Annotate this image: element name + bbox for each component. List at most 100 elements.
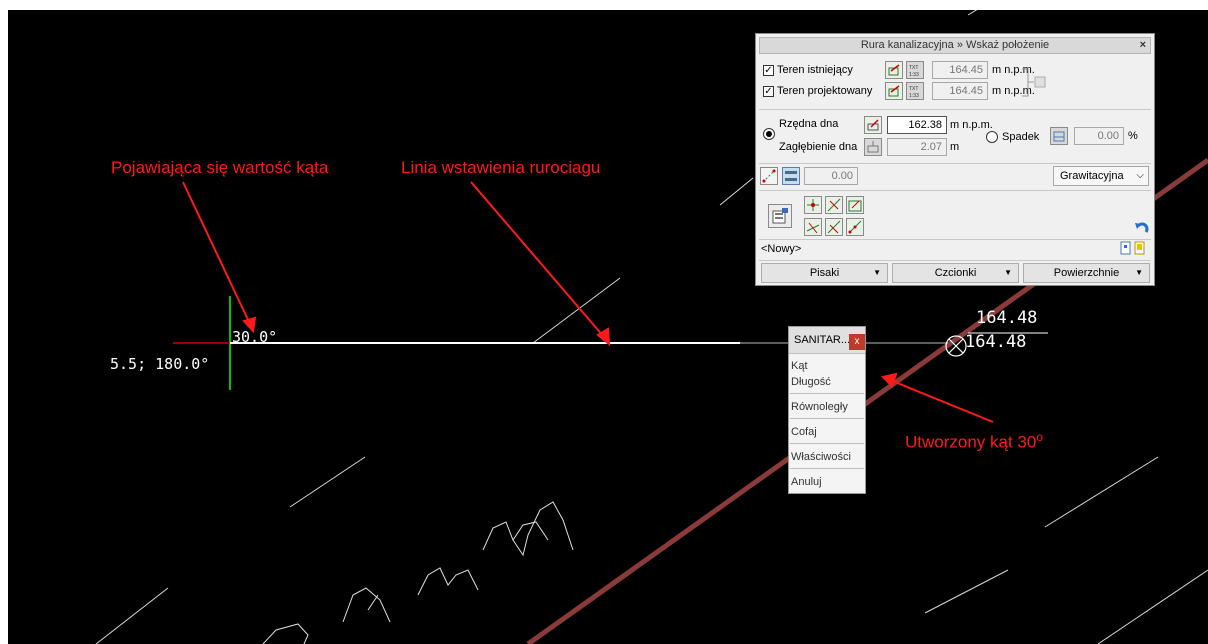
info-button[interactable] [1120, 241, 1132, 255]
menu-item-parallel[interactable]: Równoległy [791, 401, 848, 413]
annotation-created-angle-text: Utworzony kąt 30 [905, 432, 1037, 452]
panel-close-button[interactable]: × [1140, 38, 1146, 53]
arrow-created-line [889, 379, 994, 423]
pens-label: Pisaki [809, 267, 840, 279]
glyph-stroke [417, 567, 479, 596]
fonts-button[interactable]: Czcionki ▼ [892, 263, 1019, 283]
glyph-stroke [342, 587, 391, 623]
pick-terrain-existing-button[interactable] [885, 61, 903, 79]
terrain-designed-field[interactable]: 164.45 [932, 82, 988, 100]
terrain-existing-checkbox[interactable]: ✓ [763, 65, 774, 76]
bg-line [967, 10, 978, 16]
text-scale-icon: TXT1:33 [909, 65, 919, 78]
glyph-stroke [512, 501, 574, 557]
glyph-stroke [482, 521, 549, 551]
text-scale-terrain-designed-button[interactable]: TXT 1:33 [906, 82, 924, 100]
context-menu-close-button[interactable]: x [849, 334, 865, 350]
highlight-button[interactable] [1134, 241, 1146, 255]
pick-depth-button[interactable] [864, 138, 882, 156]
text-scale-icon: TXT1:33 [909, 86, 919, 99]
tool-button-2[interactable] [825, 196, 843, 214]
link-bracket-icon [1022, 68, 1046, 97]
svg-text:1:33: 1:33 [909, 72, 919, 78]
slope-radio[interactable] [986, 131, 998, 143]
arrow-angle-line [182, 181, 251, 325]
dropdown-arrow-icon: ▼ [1004, 268, 1012, 277]
pick-bottom-icon [867, 119, 879, 131]
bottom-ordinate-radio[interactable] [763, 128, 775, 140]
split-line-icon [827, 198, 841, 212]
menu-item-properties[interactable]: Właściwości [791, 451, 851, 463]
elevation-bottom: 164.48 [965, 332, 1027, 352]
terrain-existing-label: Teren istniejący [777, 64, 853, 76]
pick-slope-icon [1053, 131, 1065, 142]
flow-type-value: Grawitacyjna [1060, 170, 1124, 182]
dropdown-arrow-icon: ▼ [1135, 268, 1143, 277]
svg-text:1:33: 1:33 [909, 93, 919, 99]
separator [759, 163, 1151, 164]
menu-item-angle[interactable]: Kąt [791, 360, 808, 372]
pick-bottom-ordinate-button[interactable] [864, 116, 882, 134]
angle-value-label: 30.0° [232, 328, 278, 346]
text-scale-terrain-existing-button[interactable]: TXT 1:33 [906, 61, 924, 79]
cross-line-icon [806, 222, 820, 234]
undo-button[interactable] [1132, 220, 1150, 238]
bg-line [95, 587, 169, 644]
name-value[interactable]: <Nowy> [761, 243, 801, 255]
bottom-ordinate-unit: m n.p.m. [950, 119, 993, 131]
menu-separator [790, 468, 864, 469]
properties-button[interactable] [768, 204, 792, 228]
bulb-icon [1134, 241, 1145, 255]
bg-line [1044, 456, 1159, 528]
tool-button-5[interactable] [825, 218, 843, 236]
pick-slope-button[interactable] [1050, 127, 1068, 145]
bottom-ordinate-field[interactable]: 162.38 [887, 116, 947, 134]
glyph-stroke [262, 623, 309, 644]
connect-points-icon [848, 220, 862, 234]
chevron-down-icon: ⌵ [1136, 170, 1144, 181]
fonts-label: Czcionki [934, 267, 977, 279]
depth-field[interactable]: 2.07 [887, 138, 947, 156]
tool-button-1[interactable] [804, 196, 822, 214]
glyph-stroke [367, 594, 379, 611]
menu-item-length[interactable]: Długość [791, 376, 831, 388]
bg-line [719, 177, 754, 206]
panel-title: Rura kanalizacyjna » Wskaż położenie [860, 39, 1050, 51]
terrain-designed-label: Teren projektowany [777, 85, 873, 97]
menu-separator [790, 443, 864, 444]
tool-button-6[interactable] [846, 218, 864, 236]
menu-separator [790, 418, 864, 419]
elevation-top: 164.48 [976, 308, 1038, 328]
pipe-insert-panel: Rura kanalizacyjna » Wskaż położenie × ✓… [755, 33, 1155, 286]
tool-button-3[interactable] [846, 196, 864, 214]
insert-point-icon [807, 199, 819, 211]
separator [759, 109, 1151, 110]
bg-line [1097, 569, 1208, 644]
menu-item-cancel[interactable]: Anuluj [791, 476, 822, 488]
bottom-ordinate-label: Rzędna dna [779, 118, 839, 130]
menu-item-undo[interactable]: Cofaj [791, 426, 817, 438]
offset-toggle-button[interactable] [760, 167, 778, 185]
offset-field[interactable]: 0.00 [804, 167, 858, 185]
intersect-icon [827, 220, 841, 234]
annotation-pipe-line: Linia wstawienia rurociagu [401, 158, 601, 177]
svg-text:TXT: TXT [909, 65, 918, 71]
pick-terrain-designed-button[interactable] [885, 82, 903, 100]
parallel-offset-button[interactable] [782, 167, 800, 185]
terrain-designed-checkbox[interactable]: ✓ [763, 86, 774, 97]
terrain-existing-field[interactable]: 164.45 [932, 61, 988, 79]
info-page-icon [1120, 241, 1131, 255]
arrow-pipe-line [470, 181, 605, 338]
pens-button[interactable]: Pisaki ▼ [761, 263, 888, 283]
undo-icon [1135, 222, 1149, 233]
context-menu-title: SANITAR... [794, 334, 851, 346]
pick-depth-icon [867, 141, 879, 153]
bg-line [289, 456, 366, 508]
flow-type-select[interactable]: Grawitacyjna ⌵ [1053, 166, 1149, 186]
slope-label: Spadek [1002, 131, 1040, 143]
surfaces-button[interactable]: Powierzchnie ▼ [1023, 263, 1150, 283]
separator [759, 239, 1151, 240]
tool-button-4[interactable] [804, 218, 822, 236]
panel-titlebar[interactable]: Rura kanalizacyjna » Wskaż położenie × [759, 37, 1151, 54]
slope-field[interactable]: 0.00 [1074, 127, 1124, 145]
